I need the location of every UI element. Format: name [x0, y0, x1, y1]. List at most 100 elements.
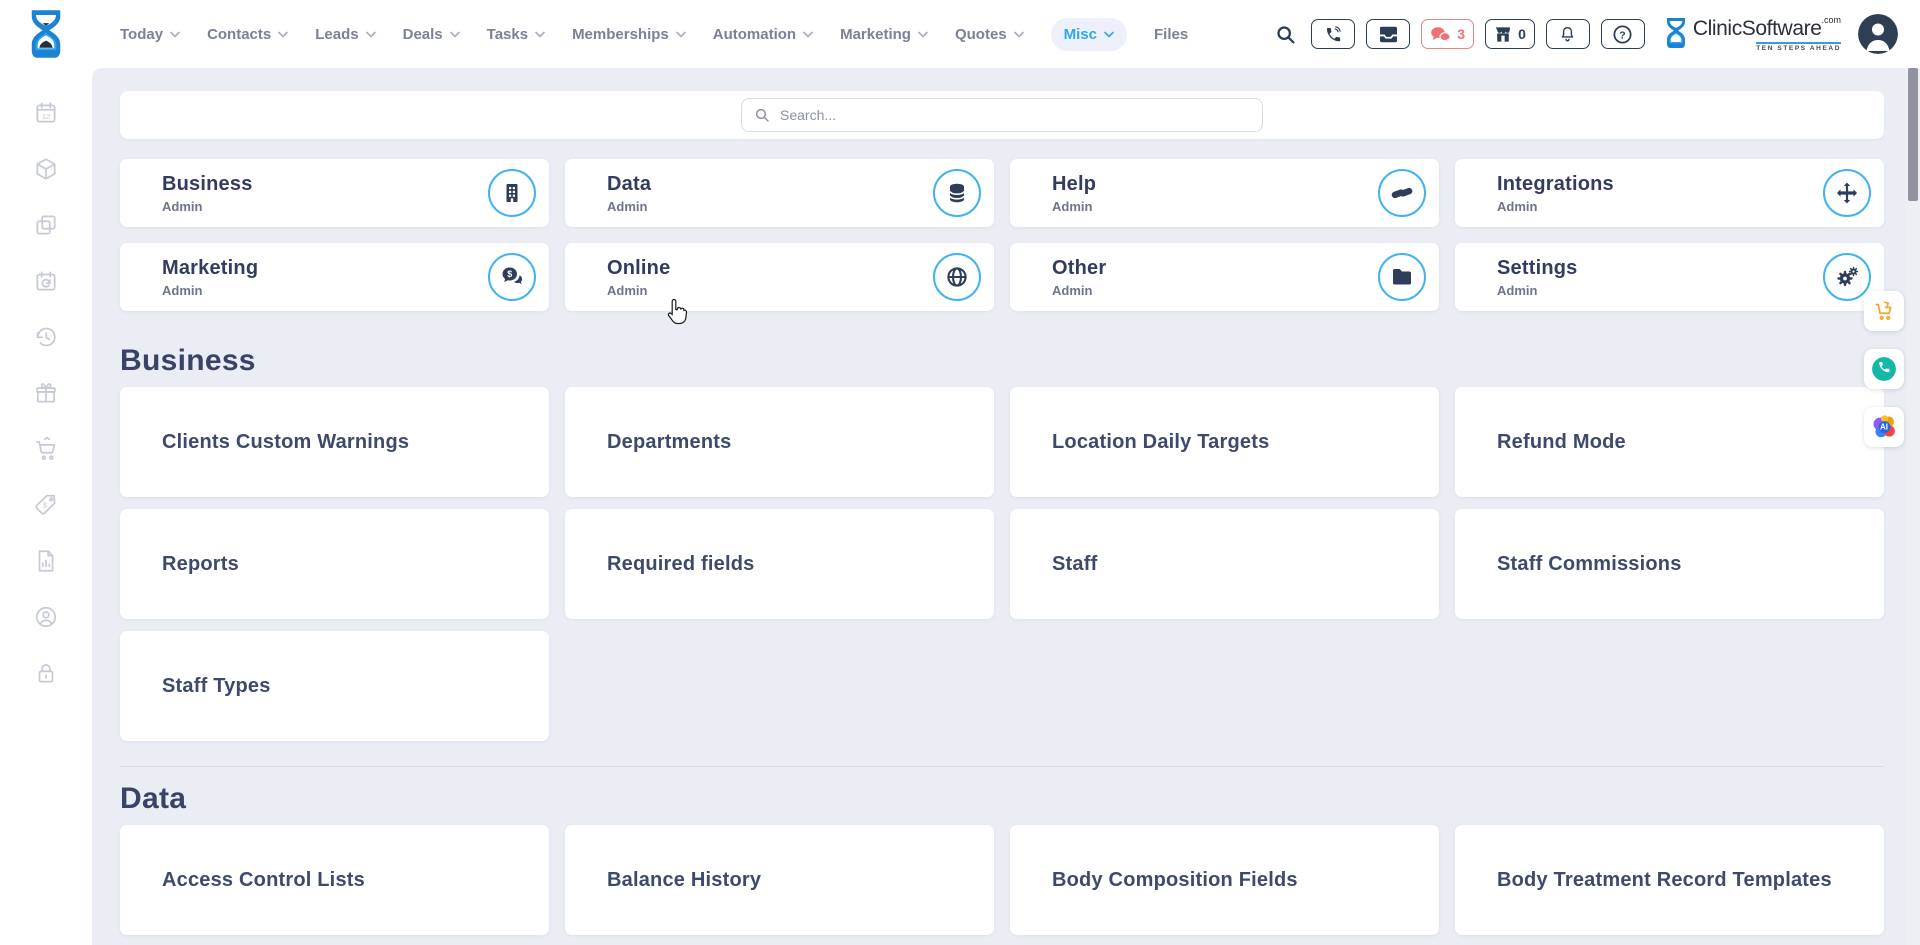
calendar-icon[interactable]: 12 [33, 100, 59, 126]
gift-icon[interactable] [33, 380, 59, 406]
store-count-badge: 0 [1518, 26, 1526, 42]
floating-actions: AI [1864, 291, 1904, 447]
category-card-other[interactable]: Other Admin [1010, 243, 1439, 311]
search-strip [120, 91, 1884, 139]
category-card-help[interactable]: Help Admin [1010, 159, 1439, 227]
card-required-fields[interactable]: Required fields [565, 509, 994, 619]
category-subtitle: Admin [1497, 199, 1823, 214]
app-logo-icon[interactable] [0, 9, 92, 59]
price-tag-icon[interactable]: $ [33, 492, 59, 518]
card-staff-commissions[interactable]: Staff Commissions [1455, 509, 1884, 619]
category-card-online[interactable]: Online Admin [565, 243, 994, 311]
folder-icon [1378, 253, 1426, 301]
globe-icon [933, 253, 981, 301]
card-title: Reports [162, 553, 239, 576]
svg-text:$: $ [43, 501, 48, 510]
category-title: Marketing [162, 257, 488, 280]
card-body-treatment-record-templates[interactable]: Body Treatment Record Templates [1455, 825, 1884, 935]
inbox-button[interactable] [1366, 19, 1410, 49]
nav-item-marketing[interactable]: Marketing [840, 26, 928, 43]
card-title: Refund Mode [1497, 431, 1626, 454]
bell-icon [1559, 25, 1576, 43]
nav-label: Today [120, 26, 163, 43]
nav-label: Deals [403, 26, 443, 43]
category-card-settings[interactable]: Settings Admin [1455, 243, 1884, 311]
card-title: Departments [607, 431, 731, 454]
cart-icon[interactable] [33, 436, 59, 462]
help-button[interactable]: ? [1601, 19, 1645, 49]
card-reports[interactable]: Reports [120, 509, 549, 619]
card-body-composition-fields[interactable]: Body Composition Fields [1010, 825, 1439, 935]
nav-item-quotes[interactable]: Quotes [955, 26, 1024, 43]
ai-icon [1870, 413, 1898, 441]
phone-calls-button[interactable] [1311, 19, 1355, 49]
search-input[interactable] [780, 107, 1250, 123]
card-refund-mode[interactable]: Refund Mode [1455, 387, 1884, 497]
nav-item-deals[interactable]: Deals [403, 26, 460, 43]
card-access-control-lists[interactable]: Access Control Lists [120, 825, 549, 935]
nav-item-memberships[interactable]: Memberships [572, 26, 686, 43]
nav-label: Tasks [487, 26, 528, 43]
report-icon[interactable] [33, 548, 59, 574]
nav-item-contacts[interactable]: Contacts [207, 26, 288, 43]
category-subtitle: Admin [1497, 283, 1823, 298]
nav-item-files[interactable]: Files [1154, 26, 1188, 43]
card-clients-custom-warnings[interactable]: Clients Custom Warnings [120, 387, 549, 497]
notifications-button[interactable] [1546, 19, 1590, 49]
nav-item-tasks[interactable]: Tasks [487, 26, 545, 43]
card-title: Staff [1052, 553, 1097, 576]
ai-assistant-button[interactable]: AI [1864, 407, 1904, 447]
card-staff[interactable]: Staff [1010, 509, 1439, 619]
category-title: Business [162, 173, 488, 196]
history-icon[interactable] [33, 324, 59, 350]
phone-button[interactable] [1864, 349, 1904, 389]
brand-tagline: TEN STEPS AHEAD [1756, 42, 1841, 52]
category-title: Integrations [1497, 173, 1823, 196]
user-avatar[interactable] [1858, 14, 1898, 54]
store-button[interactable]: 0 [1485, 19, 1535, 49]
category-subtitle: Admin [162, 283, 488, 298]
card-title: Required fields [607, 553, 754, 576]
card-staff-types[interactable]: Staff Types [120, 631, 549, 741]
brand-name: ClinicSoftware [1693, 17, 1822, 41]
chevron-down-icon [676, 31, 686, 38]
card-balance-history[interactable]: Balance History [565, 825, 994, 935]
scrollbar-thumb[interactable] [1908, 68, 1918, 201]
chat-button[interactable]: 3 [1421, 19, 1474, 49]
cart-button[interactable] [1864, 291, 1904, 331]
search-icon[interactable] [1275, 24, 1296, 45]
cube-icon[interactable] [33, 156, 59, 182]
category-title: Settings [1497, 257, 1823, 280]
nav-item-leads[interactable]: Leads [315, 26, 375, 43]
category-card-data[interactable]: Data Admin [565, 159, 994, 227]
vertical-scrollbar[interactable] [1906, 68, 1920, 945]
nav-label: Quotes [955, 26, 1007, 43]
category-card-integrations[interactable]: Integrations Admin [1455, 159, 1884, 227]
nav-label: Misc [1064, 26, 1097, 43]
category-subtitle: Admin [1052, 283, 1378, 298]
category-card-business[interactable]: Business Admin [120, 159, 549, 227]
calendar-repeat-icon[interactable] [33, 268, 59, 294]
nav-item-automation[interactable]: Automation [713, 26, 813, 43]
copy-icon[interactable] [33, 212, 59, 238]
card-title: Staff Commissions [1497, 553, 1682, 576]
search-box[interactable] [741, 98, 1263, 132]
comment-dollar-icon: $ [488, 253, 536, 301]
brand-hourglass-icon [1664, 17, 1688, 49]
account-icon[interactable] [33, 604, 59, 630]
category-card-marketing[interactable]: Marketing Admin $ [120, 243, 549, 311]
chevron-down-icon [278, 31, 288, 38]
question-circle-icon: ? [1612, 24, 1633, 45]
nav-item-misc[interactable]: Misc [1051, 18, 1127, 51]
chevron-down-icon [535, 31, 545, 38]
chevron-down-icon [803, 31, 813, 38]
category-title: Help [1052, 173, 1378, 196]
chevron-down-icon [1014, 31, 1024, 38]
nav-item-today[interactable]: Today [120, 26, 180, 43]
lock-icon[interactable] [33, 660, 59, 686]
card-location-daily-targets[interactable]: Location Daily Targets [1010, 387, 1439, 497]
search-icon [754, 107, 770, 123]
card-departments[interactable]: Departments [565, 387, 994, 497]
card-title: Location Daily Targets [1052, 431, 1269, 454]
phone-circle-icon [1871, 356, 1897, 382]
